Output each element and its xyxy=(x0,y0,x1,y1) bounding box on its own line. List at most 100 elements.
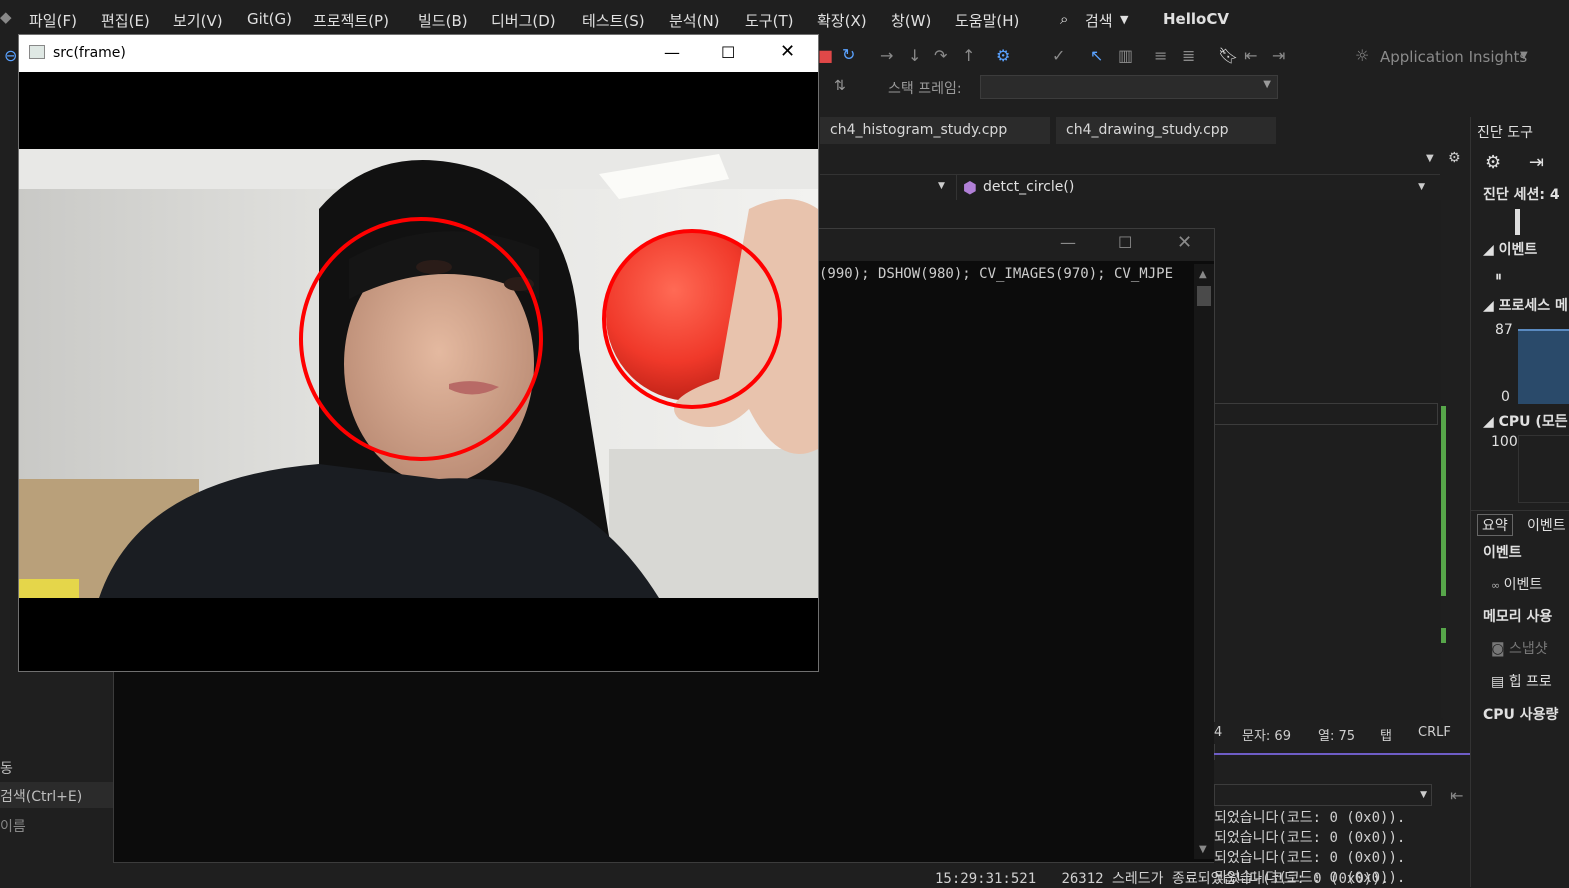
clear-icon[interactable]: ⇤ xyxy=(1450,786,1463,805)
close-icon[interactable]: ✕ xyxy=(1177,232,1192,253)
back-icon[interactable]: ⊖ xyxy=(4,46,17,65)
output-line: 되었습니다(코드: 0 (0x0)). xyxy=(1214,850,1406,866)
events-item-label: 이벤트 xyxy=(1503,577,1543,593)
menu-window[interactable]: 창(W) xyxy=(891,10,931,31)
minimize-icon[interactable]: — xyxy=(1060,233,1076,252)
menu-project[interactable]: 프로젝트(P) xyxy=(313,10,389,31)
menu-git[interactable]: Git(G) xyxy=(247,10,292,28)
change-marker xyxy=(1441,406,1446,596)
function-dropdown[interactable]: ⬢ detct_circle() ▼ xyxy=(956,175,1431,200)
menu-help[interactable]: 도움말(H) xyxy=(955,10,1019,31)
chevron-down-icon[interactable]: ▼ xyxy=(1120,13,1128,26)
pointer-icon[interactable]: ↖ xyxy=(1090,46,1103,65)
output-timestamp: 15:29:31:521 xyxy=(935,871,1037,887)
gear-icon[interactable]: ⚙ xyxy=(1485,152,1501,173)
chevron-down-icon[interactable]: ▼ xyxy=(1520,50,1528,61)
export-icon[interactable]: ⇥ xyxy=(1529,152,1544,173)
collapse-icon: ◢ xyxy=(1483,414,1499,430)
diag-cpu-section[interactable]: ◢ CPU (모든 xyxy=(1483,411,1568,431)
bookmark-next-icon[interactable]: ⇥ xyxy=(1272,46,1285,65)
tab-drawing[interactable]: ch4_drawing_study.cpp xyxy=(1056,117,1276,144)
cpu-graph xyxy=(1518,435,1569,503)
restart-icon[interactable]: ↻ xyxy=(842,45,855,64)
frame-canvas xyxy=(19,72,818,671)
columns-icon[interactable]: ▥ xyxy=(1118,46,1133,65)
indent-icon[interactable]: ≡ xyxy=(1154,46,1167,65)
diag-memory-label: 프로세스 메 xyxy=(1498,298,1568,314)
close-icon[interactable]: ✕ xyxy=(780,41,795,62)
panel-search[interactable]: 검색(Ctrl+E) xyxy=(0,782,113,808)
scroll-down-icon[interactable]: ▼ xyxy=(1199,844,1207,855)
stop-icon[interactable]: ■ xyxy=(818,46,833,65)
collapse-icon: ◢ xyxy=(1483,242,1499,258)
menu-debug[interactable]: 디버그(D) xyxy=(491,10,556,31)
tab-summary[interactable]: 요약 xyxy=(1477,514,1513,536)
search-menu[interactable]: 검색 xyxy=(1085,10,1113,31)
menu-extensions[interactable]: 확장(X) xyxy=(817,10,867,31)
step-out-icon[interactable]: ↑ xyxy=(962,46,975,65)
snapshot-button[interactable]: ◙ 스냅샷 xyxy=(1491,638,1548,658)
bookmark-icon[interactable]: 🔖︎ xyxy=(1218,46,1238,65)
scroll-up-icon[interactable]: ▲ xyxy=(1199,269,1207,280)
spell-check-icon[interactable]: ✓ xyxy=(1052,46,1065,65)
chevron-down-icon[interactable]: ▼ xyxy=(1426,153,1434,164)
output-source-dropdown[interactable]: ▼ xyxy=(1214,784,1432,806)
gear-icon[interactable]: ⚙ xyxy=(1448,150,1461,166)
maximize-icon[interactable]: ☐ xyxy=(1118,233,1132,252)
bookmark-prev-icon[interactable]: ⇤ xyxy=(1244,46,1257,65)
status-col: 열: 75 xyxy=(1318,729,1356,744)
tab-events[interactable]: 이벤트 xyxy=(1527,515,1566,535)
diag-events-section[interactable]: ◢ 이벤트 xyxy=(1483,239,1537,259)
editor-status-bar: 4 문자: 69 열: 75 탭 CRLF xyxy=(1214,722,1460,744)
tab-histogram[interactable]: ch4_histogram_study.cpp xyxy=(820,117,1050,144)
diagnostic-icon[interactable]: ⚙ xyxy=(996,46,1010,65)
menu-build[interactable]: 빌드(B) xyxy=(418,10,468,31)
diag-memory-section[interactable]: ◢ 프로세스 메 xyxy=(1483,295,1568,315)
console-output: (990); DSHOW(980); CV_IMAGES(970); CV_MJ… xyxy=(819,266,1174,282)
diagnostics-panel: 진단 도구 ⚙ ⇥ 진단 세션: 4 ◢ 이벤트 ⏸ ◢ 프로세스 메 87 0… xyxy=(1470,117,1569,887)
app-insights-button[interactable]: Application Insights xyxy=(1380,48,1527,66)
stack-frame-dropdown[interactable]: ▼ xyxy=(980,75,1278,99)
status-eol[interactable]: CRLF xyxy=(1418,725,1451,740)
pause-icon[interactable]: ⏸ xyxy=(1495,269,1502,285)
chevron-down-icon: ▼ xyxy=(1420,790,1427,800)
outdent-icon[interactable]: ≣ xyxy=(1182,46,1195,65)
maximize-icon[interactable]: ☐ xyxy=(721,43,735,62)
chevron-down-icon: ▼ xyxy=(1263,79,1271,90)
heap-label: 힙 프로 xyxy=(1508,674,1552,690)
chevron-down-icon[interactable]: ▼ xyxy=(938,181,945,191)
mem-max: 87 xyxy=(1495,322,1513,338)
menu-view[interactable]: 보기(V) xyxy=(173,10,223,31)
opencv-titlebar[interactable]: src(frame) — ☐ ✕ xyxy=(19,35,818,72)
menu-edit[interactable]: 편집(E) xyxy=(101,10,150,31)
menu-analyze[interactable]: 분석(N) xyxy=(669,10,720,31)
status-tab[interactable]: 탭 xyxy=(1380,725,1392,744)
editor-scrollbar[interactable] xyxy=(1441,178,1459,718)
panel-header: 동 xyxy=(0,761,13,777)
status-char: 문자: 69 xyxy=(1242,729,1291,744)
opencv-window[interactable]: src(frame) — ☐ ✕ xyxy=(18,34,819,672)
heap-button[interactable]: ▤ 힙 프로 xyxy=(1491,671,1552,691)
step-icon[interactable]: ↷ xyxy=(934,46,947,65)
sec-events: 이벤트 xyxy=(1483,545,1522,561)
menu-tools[interactable]: 도구(T) xyxy=(745,10,793,31)
step-over-icon[interactable]: → xyxy=(880,46,893,65)
step-into-icon[interactable]: ↓ xyxy=(908,46,921,65)
scroll-thumb[interactable] xyxy=(1197,286,1211,306)
diag-session: 진단 세션: 4 xyxy=(1483,187,1560,203)
camera-frame-image xyxy=(19,149,818,598)
column-name: 이름 xyxy=(0,819,26,835)
minimize-icon[interactable]: — xyxy=(664,43,680,62)
sec-memory: 메모리 사용 xyxy=(1483,609,1553,625)
menu-test[interactable]: 테스트(S) xyxy=(582,10,645,31)
menu-file[interactable]: 파일(F) xyxy=(29,10,77,31)
vs-logo-icon: ◆ xyxy=(0,8,12,26)
search-icon[interactable]: ⌕ xyxy=(1060,10,1068,28)
status-line: 4 xyxy=(1214,725,1223,740)
mem-min: 0 xyxy=(1501,389,1510,405)
console-scrollbar[interactable]: ▲ ▼ xyxy=(1194,264,1214,859)
cpu-max: 100 xyxy=(1491,434,1518,450)
method-icon: ⬢ xyxy=(963,178,977,197)
events-item[interactable]: ∞ 이벤트 xyxy=(1491,574,1542,594)
navigation-bar: ▼ ⬢ detct_circle() ▼ xyxy=(820,174,1440,200)
